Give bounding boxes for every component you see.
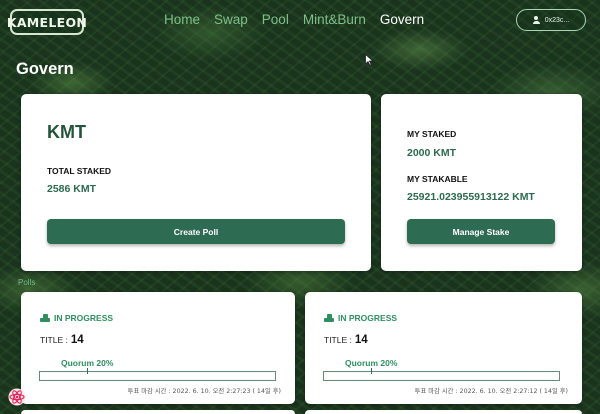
poll-card-partial[interactable] [21, 410, 295, 414]
polls-section-label: Polls [18, 278, 36, 287]
main-nav: Home Swap Pool Mint&Burn Govern [164, 12, 424, 27]
user-icon [532, 16, 540, 24]
poll-title: TITLE : 14 [324, 334, 368, 346]
poll-status: IN PROGRESS [324, 313, 397, 323]
poll-status-text: IN PROGRESS [54, 313, 114, 323]
nav-mint-burn[interactable]: Mint&Burn [303, 12, 366, 27]
my-staked-value: 2000 KMT [407, 147, 457, 159]
token-staking-card: KMT TOTAL STAKED 2586 KMT Create Poll [21, 94, 371, 271]
ballot-box-icon [40, 314, 50, 322]
poll-title-label: TITLE : [40, 335, 68, 345]
kameleon-logo[interactable]: KAMELEON [7, 9, 87, 35]
poll-card-partial[interactable] [305, 410, 582, 414]
create-poll-button[interactable]: Create Poll [47, 219, 345, 244]
poll-vote-progress-bar [323, 368, 560, 381]
nav-govern[interactable]: Govern [380, 12, 424, 27]
wallet-address: 0x23c... [544, 16, 570, 24]
poll-deadline: 투표 마감 시간 : 2022. 6. 10. 오전 2:27:12 ( 14일… [414, 388, 568, 395]
poll-vote-progress-bar [39, 368, 276, 381]
ballot-box-icon [324, 314, 334, 322]
my-stakable-value: 25921.023955913122 KMT [407, 191, 535, 203]
manage-stake-button[interactable]: Manage Stake [407, 219, 555, 244]
poll-quorum-label: Quorum 20% [345, 358, 398, 368]
total-staked-label: TOTAL STAKED [47, 166, 112, 176]
page-title: Govern [16, 60, 74, 78]
react-devtools-icon[interactable] [8, 388, 26, 406]
poll-card[interactable]: IN PROGRESS TITLE : 14 Quorum 20% 투표 마감 … [305, 292, 582, 404]
quorum-marker [371, 368, 372, 374]
poll-title-label: TITLE : [324, 335, 352, 345]
poll-deadline: 투표 마감 시간 : 2022. 6. 10. 오전 2:27:23 ( 14일… [127, 388, 281, 395]
my-stakable-label: MY STAKABLE [407, 174, 468, 184]
total-staked-value: 2586 KMT [47, 183, 97, 195]
poll-title-value: 14 [354, 334, 368, 346]
my-staked-label: MY STAKED [407, 129, 457, 139]
mouse-cursor-icon [365, 54, 374, 66]
token-name: KMT [47, 122, 86, 142]
wallet-button[interactable]: 0x23c... [516, 9, 586, 31]
poll-status: IN PROGRESS [40, 313, 113, 323]
my-stake-card: MY STAKED 2000 KMT MY STAKABLE 25921.023… [381, 94, 582, 271]
nav-home[interactable]: Home [164, 12, 200, 27]
quorum-marker [87, 368, 88, 374]
nav-swap[interactable]: Swap [214, 12, 248, 27]
poll-status-text: IN PROGRESS [338, 313, 398, 323]
poll-card[interactable]: IN PROGRESS TITLE : 14 Quorum 20% 투표 마감 … [21, 292, 295, 404]
poll-title: TITLE : 14 [40, 334, 84, 346]
poll-title-value: 14 [70, 334, 84, 346]
poll-quorum-label: Quorum 20% [61, 358, 114, 368]
nav-pool[interactable]: Pool [262, 12, 289, 27]
